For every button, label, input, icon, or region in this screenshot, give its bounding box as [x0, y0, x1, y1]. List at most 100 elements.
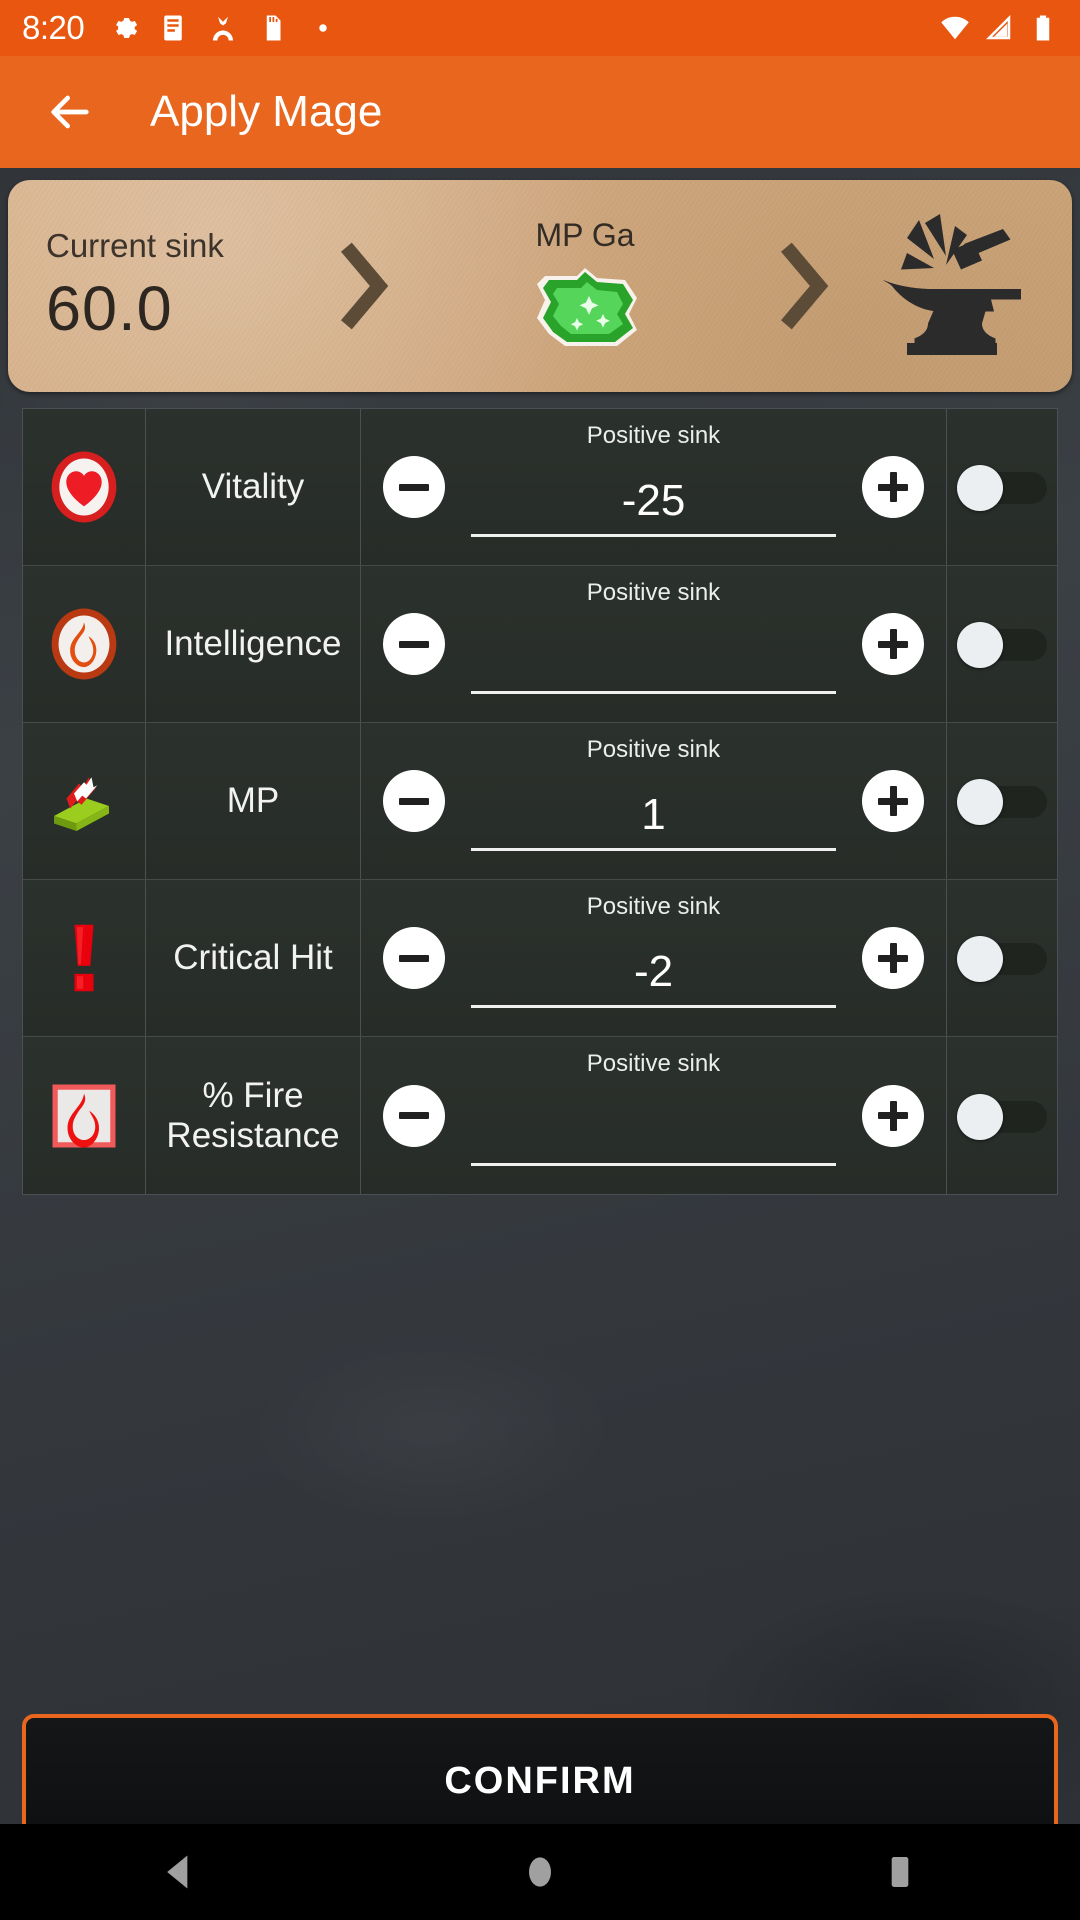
stat-icon-cell	[23, 1037, 146, 1194]
avatar-icon	[213, 16, 234, 41]
stat-value: 1	[641, 790, 666, 839]
status-left-icons	[108, 13, 338, 43]
exclamation-icon	[74, 924, 94, 992]
stat-input[interactable]: 1	[471, 747, 836, 855]
stat-toggle[interactable]	[957, 1093, 1047, 1140]
stat-toggle[interactable]	[957, 779, 1047, 825]
stat-value	[471, 1101, 836, 1159]
toggle-thumb	[957, 936, 1003, 982]
stat-toggle-cell	[947, 880, 1057, 1036]
decrement-button[interactable]	[383, 927, 445, 989]
material-label: MP Ga	[535, 216, 635, 253]
toggle-thumb	[957, 1093, 1003, 1140]
nav-recents-button[interactable]	[840, 1824, 960, 1920]
input-underline	[471, 691, 836, 694]
stat-input[interactable]	[471, 1062, 836, 1170]
result-block	[832, 211, 1072, 361]
signal-icon	[985, 14, 1011, 40]
stat-toggle[interactable]	[957, 622, 1047, 668]
increment-button[interactable]	[862, 770, 924, 832]
nav-home-button[interactable]	[480, 1824, 600, 1920]
system-nav-bar	[0, 1824, 1080, 1920]
green-gem-icon	[537, 267, 637, 346]
increment-button[interactable]	[862, 927, 924, 989]
nav-back-button[interactable]	[120, 1824, 240, 1920]
stat-field-cell: Positive sink -25	[361, 409, 947, 565]
nav-home-icon	[529, 1857, 551, 1887]
table-row: % Fire Resistance Positive sink	[23, 1037, 1057, 1194]
gear-icon	[116, 18, 138, 38]
table-row: Vitality Positive sink -25	[23, 409, 1057, 566]
stat-toggle-cell	[947, 566, 1057, 722]
stat-toggle-cell	[947, 409, 1057, 565]
battery-icon	[1036, 15, 1050, 41]
stat-icon-cell	[23, 880, 146, 1036]
input-underline	[471, 1162, 836, 1166]
stat-icon-cell	[23, 723, 146, 879]
page-title: Apply Mage	[150, 87, 383, 136]
decrement-button[interactable]	[383, 1084, 445, 1147]
stat-input[interactable]	[471, 590, 836, 698]
back-arrow-icon[interactable]	[42, 84, 98, 140]
green-bar-arrow-icon	[54, 777, 109, 831]
stat-field-cell: Positive sink 1	[361, 723, 947, 879]
status-clock: 8:20	[22, 9, 85, 46]
stats-table: Vitality Positive sink -25 Intelligence …	[22, 408, 1058, 1195]
table-row: MP Positive sink 1	[23, 723, 1057, 880]
stat-name: Intelligence	[146, 566, 361, 722]
stat-icon-cell	[23, 566, 146, 722]
stat-name: % Fire Resistance	[146, 1037, 361, 1194]
chevron-right-icon	[781, 242, 829, 330]
toggle-thumb	[957, 465, 1003, 511]
summary-card: Current sink 60.0 MP Ga	[8, 180, 1072, 392]
sd-card-icon	[266, 15, 281, 41]
decrement-button[interactable]	[383, 613, 445, 675]
material-block: MP Ga	[392, 217, 778, 356]
dot-icon	[319, 24, 327, 32]
input-underline	[471, 534, 836, 537]
stat-name: Vitality	[146, 409, 361, 565]
nav-recents-icon	[891, 1857, 909, 1887]
current-sink-label: Current sink	[46, 227, 224, 264]
stat-input[interactable]: -25	[471, 433, 836, 541]
stat-toggle-cell	[947, 723, 1057, 879]
stat-value: -25	[621, 476, 686, 525]
app-bar: Apply Mage	[0, 56, 1080, 168]
input-underline	[471, 848, 836, 851]
current-sink-block: Current sink 60.0	[8, 227, 338, 345]
nav-back-icon	[167, 1855, 188, 1889]
wifi-icon	[941, 16, 969, 40]
anvil-hammer-icon	[883, 214, 1021, 355]
toggle-thumb	[957, 779, 1003, 825]
toggle-thumb	[957, 622, 1003, 668]
stat-value	[471, 629, 836, 687]
increment-button[interactable]	[862, 613, 924, 675]
current-sink-value: 60.0	[46, 274, 173, 344]
table-row: Critical Hit Positive sink -2	[23, 880, 1057, 1037]
decrement-button[interactable]	[383, 456, 445, 518]
stat-name: MP	[146, 723, 361, 879]
stat-value: -2	[633, 947, 674, 996]
fire-resistance-icon	[52, 1084, 116, 1147]
stat-toggle[interactable]	[957, 936, 1047, 982]
increment-button[interactable]	[862, 1084, 924, 1147]
heart-icon	[51, 451, 117, 523]
table-row: Intelligence Positive sink	[23, 566, 1057, 723]
stat-toggle-cell	[947, 1037, 1057, 1194]
input-underline	[471, 1005, 836, 1008]
page-body: Current sink 60.0 MP Ga Vitality Positiv…	[0, 168, 1080, 1920]
stat-input[interactable]: -2	[471, 904, 836, 1012]
increment-button[interactable]	[862, 456, 924, 518]
flame-circle-icon	[51, 608, 117, 680]
stat-toggle[interactable]	[957, 465, 1047, 511]
status-right-icons	[940, 13, 1058, 43]
stat-name: Critical Hit	[146, 880, 361, 1036]
status-bar: 8:20	[0, 0, 1080, 56]
stat-field-cell: Positive sink	[361, 1037, 947, 1194]
chevron-right-icon	[341, 242, 389, 330]
stat-icon-cell	[23, 409, 146, 565]
stat-field-cell: Positive sink -2	[361, 880, 947, 1036]
stat-field-cell: Positive sink	[361, 566, 947, 722]
document-icon	[164, 15, 182, 41]
decrement-button[interactable]	[383, 770, 445, 832]
